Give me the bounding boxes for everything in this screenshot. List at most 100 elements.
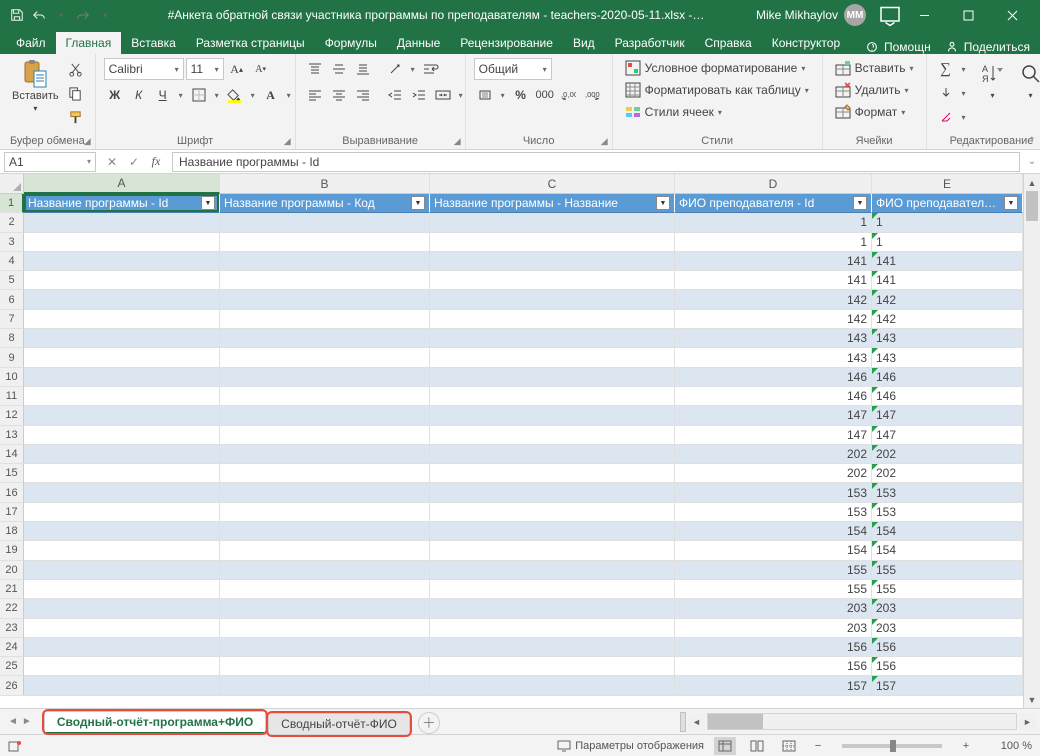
row-header[interactable]: 26 — [0, 676, 24, 695]
accounting-icon[interactable] — [474, 84, 496, 106]
decrease-font-icon[interactable]: A▾ — [250, 58, 272, 80]
tab-split-handle[interactable] — [680, 712, 686, 732]
cell[interactable] — [220, 310, 430, 329]
cell[interactable]: 1 — [872, 213, 1023, 232]
comma-icon[interactable]: 000 — [534, 84, 556, 106]
row-header[interactable]: 16 — [0, 483, 24, 502]
bold-icon[interactable]: Ж — [104, 84, 126, 106]
clear-dd-icon[interactable]: ▾ — [959, 113, 969, 122]
cell[interactable] — [24, 561, 220, 580]
row-header[interactable]: 12 — [0, 406, 24, 425]
cell[interactable]: 203 — [675, 599, 872, 618]
tab-file[interactable]: Файл — [6, 32, 56, 54]
filter-dropdown-icon[interactable]: ▼ — [1004, 196, 1018, 210]
cell-styles-button[interactable]: Стили ячеек ▾ — [621, 102, 726, 122]
cell[interactable]: 141 — [675, 252, 872, 271]
cell[interactable] — [24, 483, 220, 502]
undo-dropdown-icon[interactable]: ▾ — [50, 4, 72, 26]
hscroll-thumb[interactable] — [708, 714, 763, 729]
cell[interactable] — [430, 329, 675, 348]
sheet-tab-0[interactable]: Сводный-отчёт-программа+ФИО — [44, 711, 266, 734]
delete-cells-button[interactable]: Удалить ▾ — [831, 80, 913, 100]
font-color-icon[interactable]: A — [260, 84, 282, 106]
cell[interactable] — [24, 676, 220, 695]
row-header[interactable]: 3 — [0, 233, 24, 252]
cell[interactable]: 142 — [872, 290, 1023, 309]
record-macro-icon[interactable] — [8, 739, 22, 753]
user-account[interactable]: Mike Mikhaylov MM — [756, 4, 866, 26]
sort-filter-button[interactable]: AЯ ▾ — [975, 58, 1011, 104]
cell[interactable]: 202 — [872, 445, 1023, 464]
filter-dropdown-icon[interactable]: ▼ — [853, 196, 867, 210]
minimize-button[interactable] — [902, 0, 946, 30]
tab-insert[interactable]: Вставка — [121, 32, 186, 54]
cell[interactable] — [24, 387, 220, 406]
row-header[interactable]: 21 — [0, 580, 24, 599]
sheet-tab-1[interactable]: Сводный-отчёт-ФИО — [268, 713, 410, 734]
cell[interactable]: 153 — [675, 483, 872, 502]
cell[interactable] — [24, 541, 220, 560]
cell[interactable] — [430, 290, 675, 309]
sheet-nav[interactable]: ◄► — [0, 716, 40, 727]
accounting-dd-icon[interactable]: ▾ — [498, 91, 508, 100]
cell[interactable]: 157 — [872, 676, 1023, 695]
cell[interactable] — [430, 252, 675, 271]
cell[interactable]: 157 — [675, 676, 872, 695]
table-header-cell[interactable]: Название программы - Id▼ — [24, 194, 220, 213]
tab-design[interactable]: Конструктор — [762, 32, 850, 54]
cell[interactable] — [24, 426, 220, 445]
font-color-dd-icon[interactable]: ▾ — [284, 91, 294, 100]
cancel-formula-icon[interactable]: ✕ — [102, 152, 122, 172]
insert-cells-button[interactable]: Вставить ▾ — [831, 58, 918, 78]
font-name-combo[interactable]: Calibri▾ — [104, 58, 184, 80]
cell[interactable]: 153 — [872, 483, 1023, 502]
cell[interactable]: 154 — [675, 522, 872, 541]
col-header-B[interactable]: B — [220, 174, 430, 194]
increase-indent-icon[interactable] — [408, 84, 430, 106]
fill-icon[interactable] — [935, 82, 957, 104]
row-header[interactable]: 2 — [0, 213, 24, 232]
cell[interactable] — [24, 638, 220, 657]
cell[interactable]: 155 — [675, 580, 872, 599]
cell[interactable] — [220, 464, 430, 483]
qat-customize-icon[interactable]: ▾ — [94, 4, 116, 26]
row-header[interactable]: 25 — [0, 657, 24, 676]
share-button[interactable]: Поделиться — [945, 40, 1030, 54]
display-settings[interactable]: Параметры отображения — [557, 739, 704, 753]
cell[interactable]: 142 — [675, 310, 872, 329]
launcher-icon[interactable]: ◢ — [601, 136, 608, 147]
table-header-cell[interactable]: ФИО преподавателя - Id▼ — [675, 194, 872, 213]
cell[interactable] — [220, 445, 430, 464]
horizontal-scrollbar[interactable]: ◄ ► — [680, 712, 1040, 732]
cell[interactable] — [24, 464, 220, 483]
tab-home[interactable]: Главная — [56, 32, 122, 54]
cell[interactable] — [220, 522, 430, 541]
tab-data[interactable]: Данные — [387, 32, 450, 54]
vertical-scrollbar[interactable]: ▲ ▼ — [1023, 174, 1040, 708]
paste-button[interactable]: Вставить▾ — [8, 58, 63, 117]
cell[interactable]: 156 — [872, 657, 1023, 676]
tab-formulas[interactable]: Формулы — [315, 32, 387, 54]
cell[interactable]: 143 — [675, 329, 872, 348]
table-header-cell[interactable]: ФИО преподавателя - I▼ — [872, 194, 1023, 213]
increase-decimal-icon[interactable]: ,0,00 — [558, 84, 580, 106]
fx-icon[interactable]: fx — [146, 152, 166, 172]
cell[interactable] — [220, 233, 430, 252]
cell[interactable] — [220, 638, 430, 657]
select-all-corner[interactable] — [0, 174, 24, 194]
cell[interactable]: 141 — [872, 271, 1023, 290]
cell[interactable]: 147 — [872, 406, 1023, 425]
cell[interactable] — [220, 503, 430, 522]
zoom-level[interactable]: 100 % — [984, 740, 1032, 752]
cell[interactable]: 153 — [675, 503, 872, 522]
decrease-decimal-icon[interactable]: ,00,0 — [582, 84, 604, 106]
borders-dd-icon[interactable]: ▾ — [212, 91, 222, 100]
italic-icon[interactable]: К — [128, 84, 150, 106]
cell[interactable]: 1 — [675, 233, 872, 252]
cell[interactable]: 203 — [872, 599, 1023, 618]
cell[interactable] — [24, 406, 220, 425]
collapse-ribbon-icon[interactable]: ⌃ — [1028, 136, 1036, 147]
table-header-cell[interactable]: Название программы - Название▼ — [430, 194, 675, 213]
cell[interactable] — [430, 541, 675, 560]
align-middle-icon[interactable] — [328, 58, 350, 80]
